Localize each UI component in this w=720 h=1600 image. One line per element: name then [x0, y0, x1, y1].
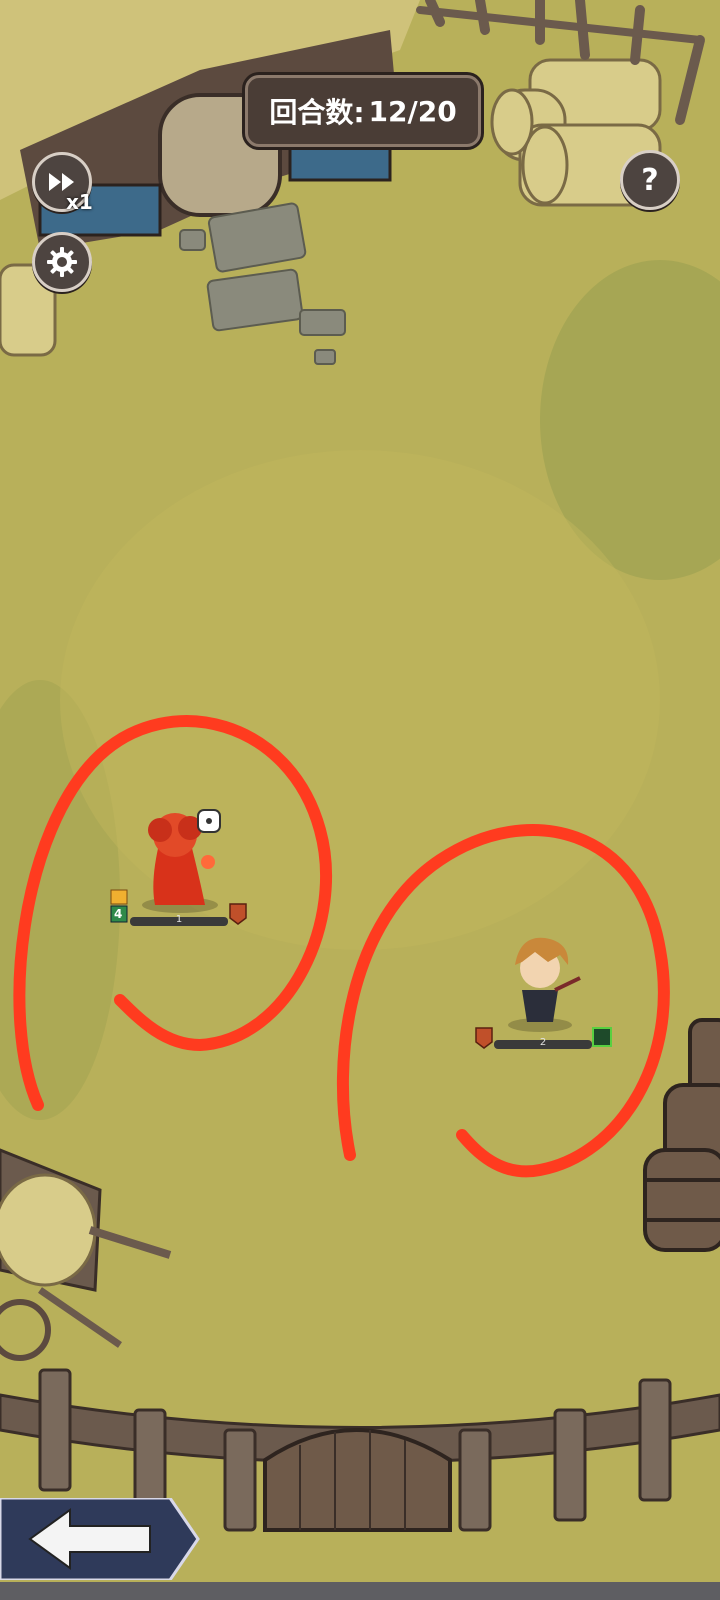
skill-status-icon [592, 1027, 612, 1047]
hero-hp-level: 2 [539, 1037, 547, 1048]
round-label: 回合数: [269, 96, 365, 129]
back-button[interactable] [0, 1498, 200, 1580]
help-button[interactable]: ? [620, 150, 680, 210]
crown-status-icon [110, 889, 128, 905]
question-icon: ? [641, 162, 659, 198]
round-value: 12/20 [368, 94, 457, 128]
round-counter: 回合数: 12/20 [245, 75, 481, 147]
settings-button[interactable] [32, 232, 92, 292]
battlefield-background [0, 0, 720, 1600]
gate [263, 1428, 452, 1532]
enemy-hp-level: 1 [175, 914, 183, 925]
gear-icon [47, 247, 77, 277]
system-bottom-bar [0, 1582, 720, 1600]
speed-multiplier: x1 [66, 190, 93, 214]
enemy-badge-number: 4 [114, 907, 123, 921]
